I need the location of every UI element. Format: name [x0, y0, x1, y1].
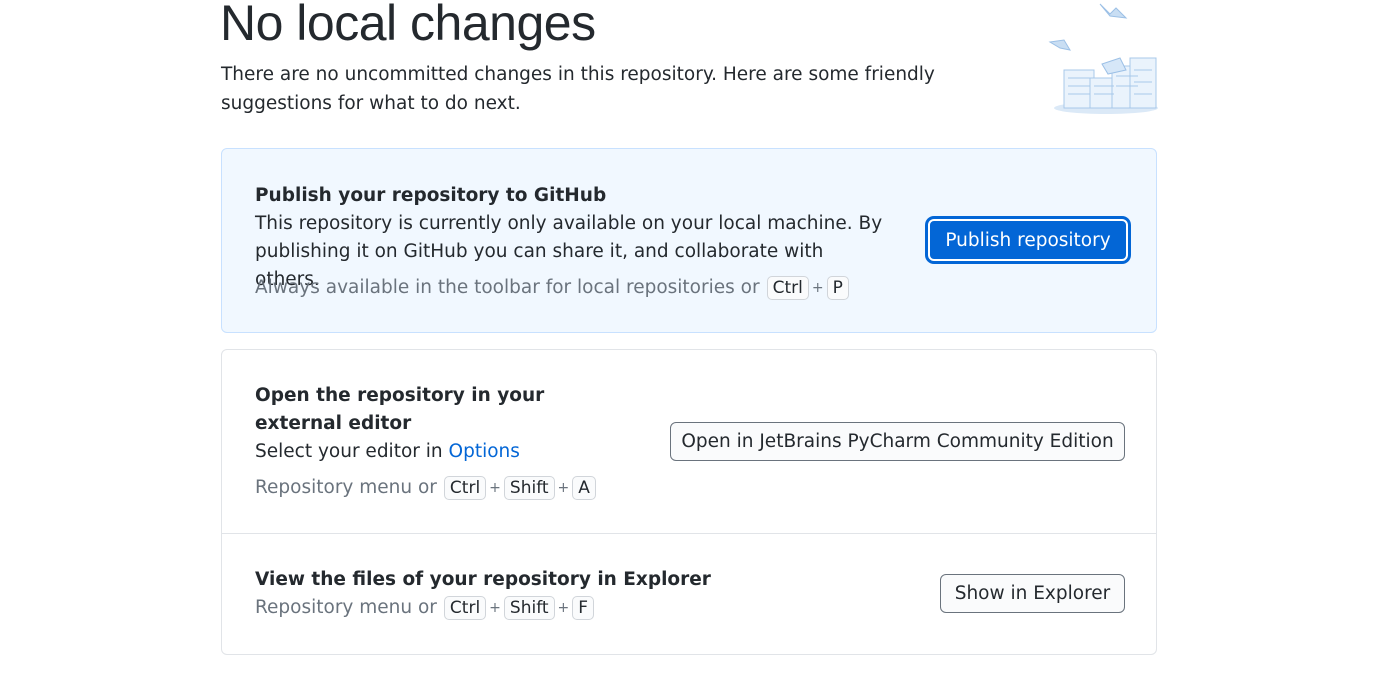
publish-title: Publish your repository to GitHub [255, 185, 607, 206]
shortcut-plus: + [489, 600, 501, 616]
key-p: P [826, 276, 849, 300]
key-shift: Shift [503, 596, 555, 620]
publish-shortcut-hint: Always available in the toolbar for loca… [255, 274, 850, 302]
editor-hint-text: Repository menu or [255, 477, 437, 498]
shortcut-plus: + [811, 280, 824, 296]
open-editor-shortcut-hint: Repository menu or Ctrl + Shift + A [255, 474, 597, 502]
show-in-explorer-button[interactable]: Show in Explorer [940, 574, 1125, 613]
publish-hint-text: Always available in the toolbar for loca… [255, 277, 760, 298]
suggestions-card: Open the repository in your external edi… [221, 349, 1157, 655]
view-files-title: View the files of your repository in Exp… [255, 569, 711, 590]
shortcut-plus: + [557, 600, 570, 616]
shortcut-plus: + [489, 480, 501, 496]
key-ctrl: Ctrl [443, 596, 487, 620]
open-editor-description-text: Select your editor in [255, 441, 443, 462]
options-link[interactable]: Options [449, 441, 520, 462]
key-ctrl: Ctrl [766, 276, 809, 300]
page-title: No local changes [220, 0, 596, 51]
key-ctrl: Ctrl [443, 476, 487, 500]
view-files-shortcut-hint: Repository menu or Ctrl + Shift + F [255, 594, 595, 622]
publish-repository-card: Publish your repository to GitHub This r… [221, 148, 1157, 333]
publish-repository-button[interactable]: Publish repository [928, 219, 1128, 261]
open-in-editor-button[interactable]: Open in JetBrains PyCharm Community Edit… [670, 422, 1125, 461]
card-divider [222, 533, 1156, 534]
key-shift: Shift [503, 476, 555, 500]
open-editor-title: Open the repository in your external edi… [255, 385, 545, 434]
key-a: A [572, 476, 596, 500]
explorer-hint-text: Repository menu or [255, 597, 437, 618]
empty-changes-illustration [1048, 3, 1158, 114]
page-description: There are no uncommitted changes in this… [221, 64, 935, 114]
key-f: F [572, 596, 595, 620]
open-editor-description: Select your editor in Options [255, 438, 520, 466]
shortcut-plus: + [557, 480, 570, 496]
no-changes-view: No local changes There are no uncommitte… [0, 0, 1391, 691]
